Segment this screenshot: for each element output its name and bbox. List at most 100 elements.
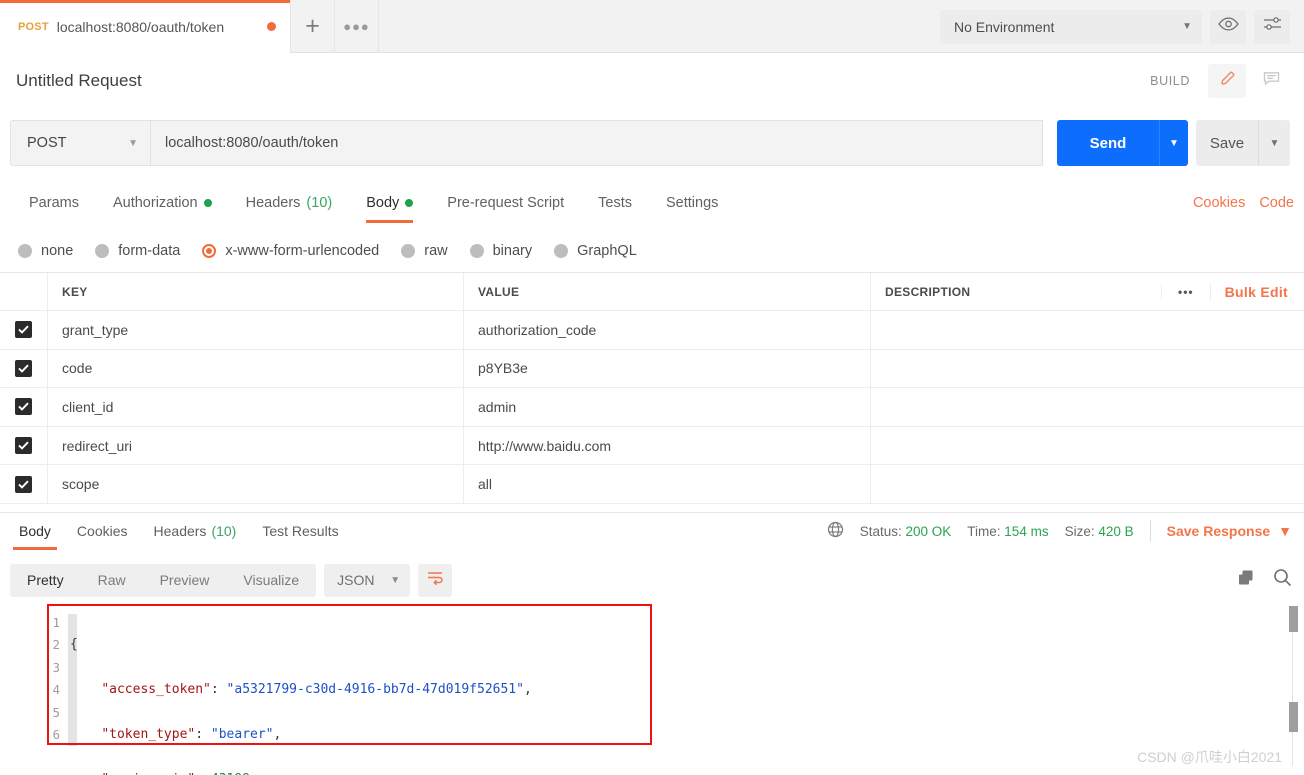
body-type-x-www-form-urlencoded[interactable]: x-www-form-urlencoded (202, 243, 379, 259)
row-checkbox[interactable] (0, 426, 48, 465)
response-toolbar-actions (1237, 568, 1292, 592)
table-row[interactable]: scope all (0, 465, 1304, 504)
view-visualize-button[interactable]: Visualize (226, 564, 316, 597)
view-pretty-button[interactable]: Pretty (10, 564, 81, 597)
word-wrap-button[interactable] (418, 563, 453, 597)
line-number: 4 (52, 682, 60, 698)
body-type-x-www-form-urlencoded-label: x-www-form-urlencoded (225, 243, 380, 259)
body-type-none[interactable]: none (18, 243, 73, 259)
tab-settings-label: Settings (665, 194, 719, 211)
body-type-none-label: none (41, 243, 74, 259)
edit-request-button[interactable] (1208, 64, 1246, 98)
response-format-select[interactable]: JSON ▼ (324, 563, 411, 597)
row-checkbox[interactable] (0, 388, 48, 426)
tab-body[interactable]: Body (349, 183, 430, 223)
scrollbar-thumb-top[interactable] (1289, 606, 1298, 632)
table-more-options-icon[interactable]: ••• (1161, 284, 1210, 299)
row-value[interactable]: p8YB3e (464, 349, 871, 388)
copy-button[interactable] (1237, 569, 1255, 592)
table-row[interactable]: redirect_uri http://www.baidu.com (0, 426, 1304, 466)
column-header-value: VALUE (464, 273, 871, 310)
tab-tests[interactable]: Tests (581, 183, 649, 222)
row-description[interactable] (871, 427, 1304, 465)
response-tab-test-results-label: Test Results (262, 523, 339, 539)
response-size-value: 420 B (1098, 523, 1134, 539)
body-type-form-data[interactable]: form-data (95, 243, 180, 259)
body-type-binary[interactable]: binary (469, 243, 532, 259)
tab-params[interactable]: Params (12, 183, 96, 222)
request-tab-oauth-token[interactable]: POST localhost:8080/oauth/token (0, 0, 291, 53)
url-input[interactable]: localhost:8080/oauth/token (150, 120, 1043, 166)
tab-authorization[interactable]: Authorization (96, 183, 229, 222)
response-status: Status: 200 OK (860, 524, 952, 539)
row-description[interactable] (871, 388, 1304, 426)
response-body-viewer[interactable]: 1 2 3 4 5 6 { "access_token": "a5321799-… (0, 606, 1304, 775)
copy-icon (1237, 570, 1255, 591)
http-method-label: POST (27, 135, 67, 151)
row-checkbox[interactable] (0, 311, 48, 349)
build-label: BUILD (1150, 74, 1190, 88)
cookies-link[interactable]: Cookies (1193, 195, 1245, 211)
tab-pre-request-script[interactable]: Pre-request Script (430, 183, 581, 222)
chevron-down-icon: ▼ (390, 574, 401, 586)
code-line-text: { (70, 637, 78, 653)
url-bar: POST ▼ localhost:8080/oauth/token Send ▼… (0, 118, 1304, 168)
body-type-raw[interactable]: raw (401, 243, 448, 259)
view-raw-button[interactable]: Raw (81, 564, 143, 597)
bulk-edit-link[interactable]: Bulk Edit (1209, 283, 1304, 300)
search-button[interactable] (1273, 568, 1292, 592)
environment-select[interactable]: No Environment ▼ (940, 9, 1202, 44)
table-row[interactable]: code p8YB3e (0, 349, 1304, 389)
scrollbar-thumb-bottom[interactable] (1289, 702, 1298, 732)
environment-quick-look-button[interactable] (1210, 9, 1246, 44)
eye-icon (1217, 17, 1239, 36)
row-description[interactable] (871, 350, 1304, 388)
tab-settings[interactable]: Settings (649, 183, 735, 222)
row-key[interactable]: grant_type (48, 311, 464, 349)
json-string-value: "bearer" (210, 727, 274, 743)
column-header-description-label: DESCRIPTION (885, 284, 971, 299)
response-tab-body[interactable]: Body (6, 513, 64, 550)
save-button[interactable]: Save (1196, 120, 1258, 166)
table-row[interactable]: client_id admin (0, 388, 1304, 427)
row-description[interactable] (871, 311, 1304, 349)
send-button[interactable]: Send (1057, 120, 1159, 166)
row-value[interactable]: admin (464, 388, 871, 426)
row-checkbox[interactable] (0, 349, 48, 388)
checkbox-checked-icon (15, 437, 32, 455)
http-method-select[interactable]: POST ▼ (10, 120, 150, 166)
row-value[interactable]: authorization_code (464, 311, 871, 349)
row-description[interactable] (871, 465, 1304, 503)
response-tab-cookies[interactable]: Cookies (64, 513, 141, 550)
new-tab-button[interactable]: + (291, 0, 335, 53)
comments-button[interactable] (1252, 64, 1290, 98)
tab-headers[interactable]: Headers (10) (229, 183, 350, 222)
request-header-row: Untitled Request BUILD (0, 53, 1304, 109)
url-input-value: localhost:8080/oauth/token (165, 135, 339, 151)
send-options-button[interactable]: ▼ (1159, 120, 1188, 166)
save-options-button[interactable]: ▼ (1258, 120, 1290, 166)
view-preview-button[interactable]: Preview (143, 564, 227, 597)
meta-divider (1149, 520, 1151, 542)
row-value[interactable]: http://www.baidu.com (464, 426, 871, 465)
table-row[interactable]: grant_type authorization_code (0, 311, 1304, 350)
row-key[interactable]: redirect_uri (48, 426, 464, 465)
save-response-button[interactable]: Save Response ▼ (1167, 523, 1292, 539)
body-type-graphql[interactable]: GraphQL (554, 243, 637, 259)
row-key[interactable]: client_id (48, 388, 464, 426)
row-key[interactable]: scope (48, 465, 464, 503)
tab-options-button[interactable]: ●●● (335, 0, 379, 53)
response-tab-headers[interactable]: Headers (10) (141, 513, 250, 550)
row-checkbox[interactable] (0, 465, 48, 503)
line-number: 6 (52, 727, 60, 743)
tab-headers-label: Headers (245, 194, 301, 211)
row-key[interactable]: code (48, 349, 464, 388)
json-key: "token_type" (101, 727, 196, 743)
request-tab-method: POST (18, 20, 49, 33)
table-header-actions: ••• Bulk Edit (1161, 283, 1304, 300)
code-link[interactable]: Code (1259, 195, 1294, 211)
response-tab-test-results[interactable]: Test Results (249, 513, 351, 550)
line-number-gutter: 1 2 3 4 5 6 (42, 612, 60, 746)
row-value[interactable]: all (464, 465, 871, 503)
environment-settings-button[interactable] (1254, 9, 1290, 44)
